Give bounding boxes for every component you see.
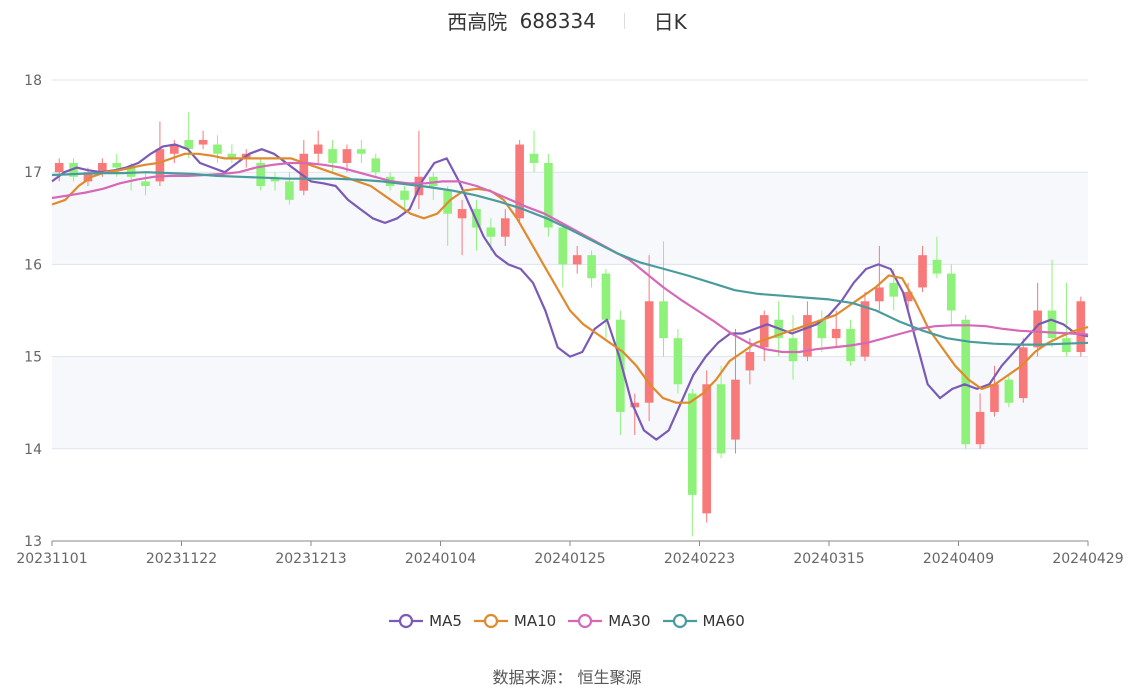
candle-body xyxy=(112,162,122,168)
candle-body xyxy=(673,338,683,385)
candle-body xyxy=(299,153,309,191)
candle-body xyxy=(687,393,697,495)
data-source: 数据来源： 恒生聚源 xyxy=(492,668,642,687)
candle-body xyxy=(500,218,510,237)
legend-label: MA60 xyxy=(702,612,745,630)
candle-body xyxy=(860,301,870,357)
y-tick-label: 16 xyxy=(24,257,42,273)
x-tick-label: 20231122 xyxy=(146,551,217,567)
candle-body xyxy=(946,273,956,311)
legend-marker-icon xyxy=(662,613,697,629)
candle-body xyxy=(975,411,985,445)
candle-body xyxy=(1047,310,1057,339)
candle-body xyxy=(702,384,712,514)
candle-body xyxy=(1076,301,1086,352)
candle-body xyxy=(889,282,899,297)
legend-marker-icon xyxy=(473,613,508,629)
legend-marker-icon xyxy=(389,613,424,629)
candle-body xyxy=(572,255,582,265)
candle-body xyxy=(285,181,294,200)
candle-body xyxy=(529,153,539,163)
candle-body xyxy=(875,287,884,302)
legend-item-ma5[interactable]: MA5 xyxy=(389,612,462,630)
candle-body xyxy=(1018,347,1028,399)
kline-chart: 13 14 15 16 17 18 20231101 20231122 20231213 2024… xyxy=(16,73,1123,567)
candle-body xyxy=(587,255,596,279)
candle-body xyxy=(558,227,568,265)
candle-body xyxy=(731,379,740,440)
x-tick-label: 20231213 xyxy=(275,551,346,567)
legend-marker-icon xyxy=(568,613,603,629)
x-tick-label: 20240104 xyxy=(405,551,476,567)
candle-body xyxy=(328,149,337,163)
candle-body xyxy=(400,190,409,200)
candle-body xyxy=(486,227,496,237)
legend-label: MA30 xyxy=(608,612,651,630)
x-tick-label: 20231101 xyxy=(16,551,87,567)
candle-body xyxy=(716,384,726,454)
candle-body xyxy=(601,273,611,320)
legend-item-ma10[interactable]: MA10 xyxy=(473,612,557,630)
legend-label: MA10 xyxy=(513,612,557,630)
y-tick-label: 14 xyxy=(24,442,42,458)
candle-body xyxy=(54,162,64,173)
candle-body xyxy=(357,149,366,154)
x-tick-label: 20240429 xyxy=(1052,551,1123,567)
candle-body xyxy=(141,181,150,187)
y-tick-label: 17 xyxy=(24,165,42,181)
grid-band xyxy=(52,172,1088,265)
candle-body xyxy=(313,144,323,154)
candle-body xyxy=(342,149,352,163)
grid-band xyxy=(52,356,1088,449)
candle-body xyxy=(918,255,927,288)
candle-body xyxy=(961,319,971,445)
candle-body xyxy=(1062,338,1071,352)
candle-body xyxy=(932,259,942,274)
x-tick-label: 20240315 xyxy=(793,551,864,567)
candle-body xyxy=(659,301,668,339)
y-tick-label: 13 xyxy=(24,534,42,550)
candle-body xyxy=(788,338,798,362)
candle-body xyxy=(616,319,625,412)
candle-body xyxy=(745,351,755,371)
legend-item-ma30[interactable]: MA30 xyxy=(568,612,651,630)
candle-body xyxy=(759,315,769,348)
candle-body xyxy=(457,209,467,219)
y-tick-label: 15 xyxy=(24,350,42,366)
candle-body xyxy=(1004,379,1014,403)
candle-body xyxy=(990,384,999,412)
legend-item-ma60[interactable]: MA60 xyxy=(662,612,745,630)
chart-legend: MA5 MA10 MA30 MA60 xyxy=(0,612,1134,633)
x-tick-label: 20240223 xyxy=(664,551,735,567)
y-tick-label: 18 xyxy=(24,73,42,89)
candle-body xyxy=(213,144,222,154)
candle-body xyxy=(198,139,208,145)
x-tick-label: 20240409 xyxy=(923,551,994,567)
legend-label: MA5 xyxy=(429,612,462,630)
x-tick-label: 20240125 xyxy=(534,551,605,567)
candle-body xyxy=(371,158,381,173)
candle-body xyxy=(831,328,841,339)
